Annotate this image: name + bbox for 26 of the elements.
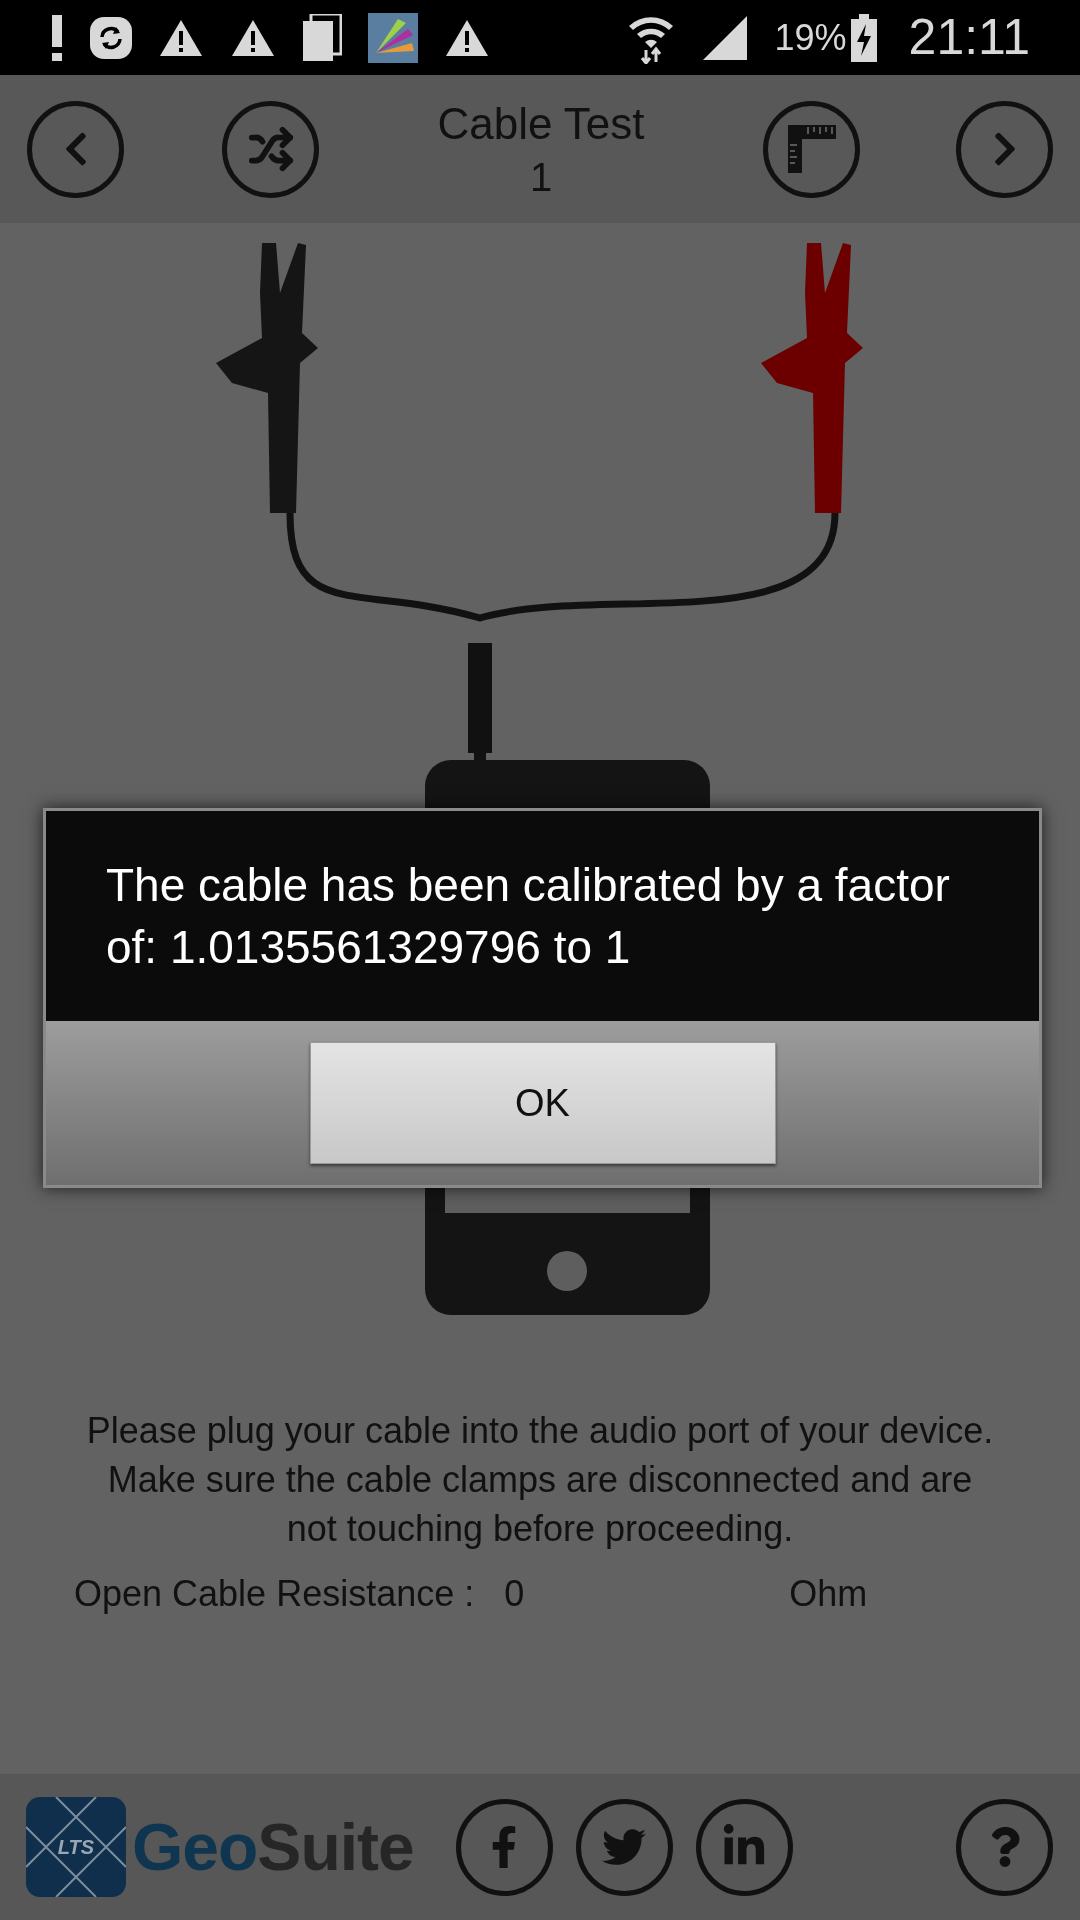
resistance-label: Open Cable Resistance :: [74, 1572, 475, 1616]
shuffle-icon: [247, 126, 294, 172]
instructions-text: Please plug your cable into the audio port of your device. Make sure the cable clamps are disconnected and are not touching before proceeding.: [85, 1409, 995, 1551]
battery-percent: 19%: [774, 15, 847, 60]
ok-button[interactable]: OK: [309, 1042, 776, 1164]
sync-icon: [90, 16, 132, 59]
dialog-message: The cable has been calibrated by a factor of: 1.0135561329796 to 1: [106, 858, 951, 975]
exclamation-icon: [50, 14, 64, 61]
facebook-button[interactable]: [455, 1798, 553, 1896]
clock: 21:11: [908, 8, 1030, 67]
battery-charging-icon: [850, 13, 877, 62]
page-title: Cable Test: [437, 98, 645, 150]
help-button[interactable]: [956, 1798, 1053, 1896]
shuffle-button[interactable]: [222, 100, 319, 198]
page-number: 1: [529, 154, 553, 201]
back-button[interactable]: [27, 100, 124, 198]
resistance-unit: Ohm: [789, 1572, 868, 1616]
twitter-button[interactable]: [575, 1798, 673, 1896]
linkedin-button[interactable]: [695, 1798, 793, 1896]
copy-icon: [302, 13, 342, 62]
forward-button[interactable]: [956, 100, 1053, 198]
ruler-button[interactable]: [763, 100, 860, 198]
app-icon: [368, 12, 418, 63]
resistance-value: 0: [504, 1572, 525, 1616]
logo-badge: LTS: [26, 1797, 126, 1897]
square-ruler-icon: [785, 123, 838, 175]
